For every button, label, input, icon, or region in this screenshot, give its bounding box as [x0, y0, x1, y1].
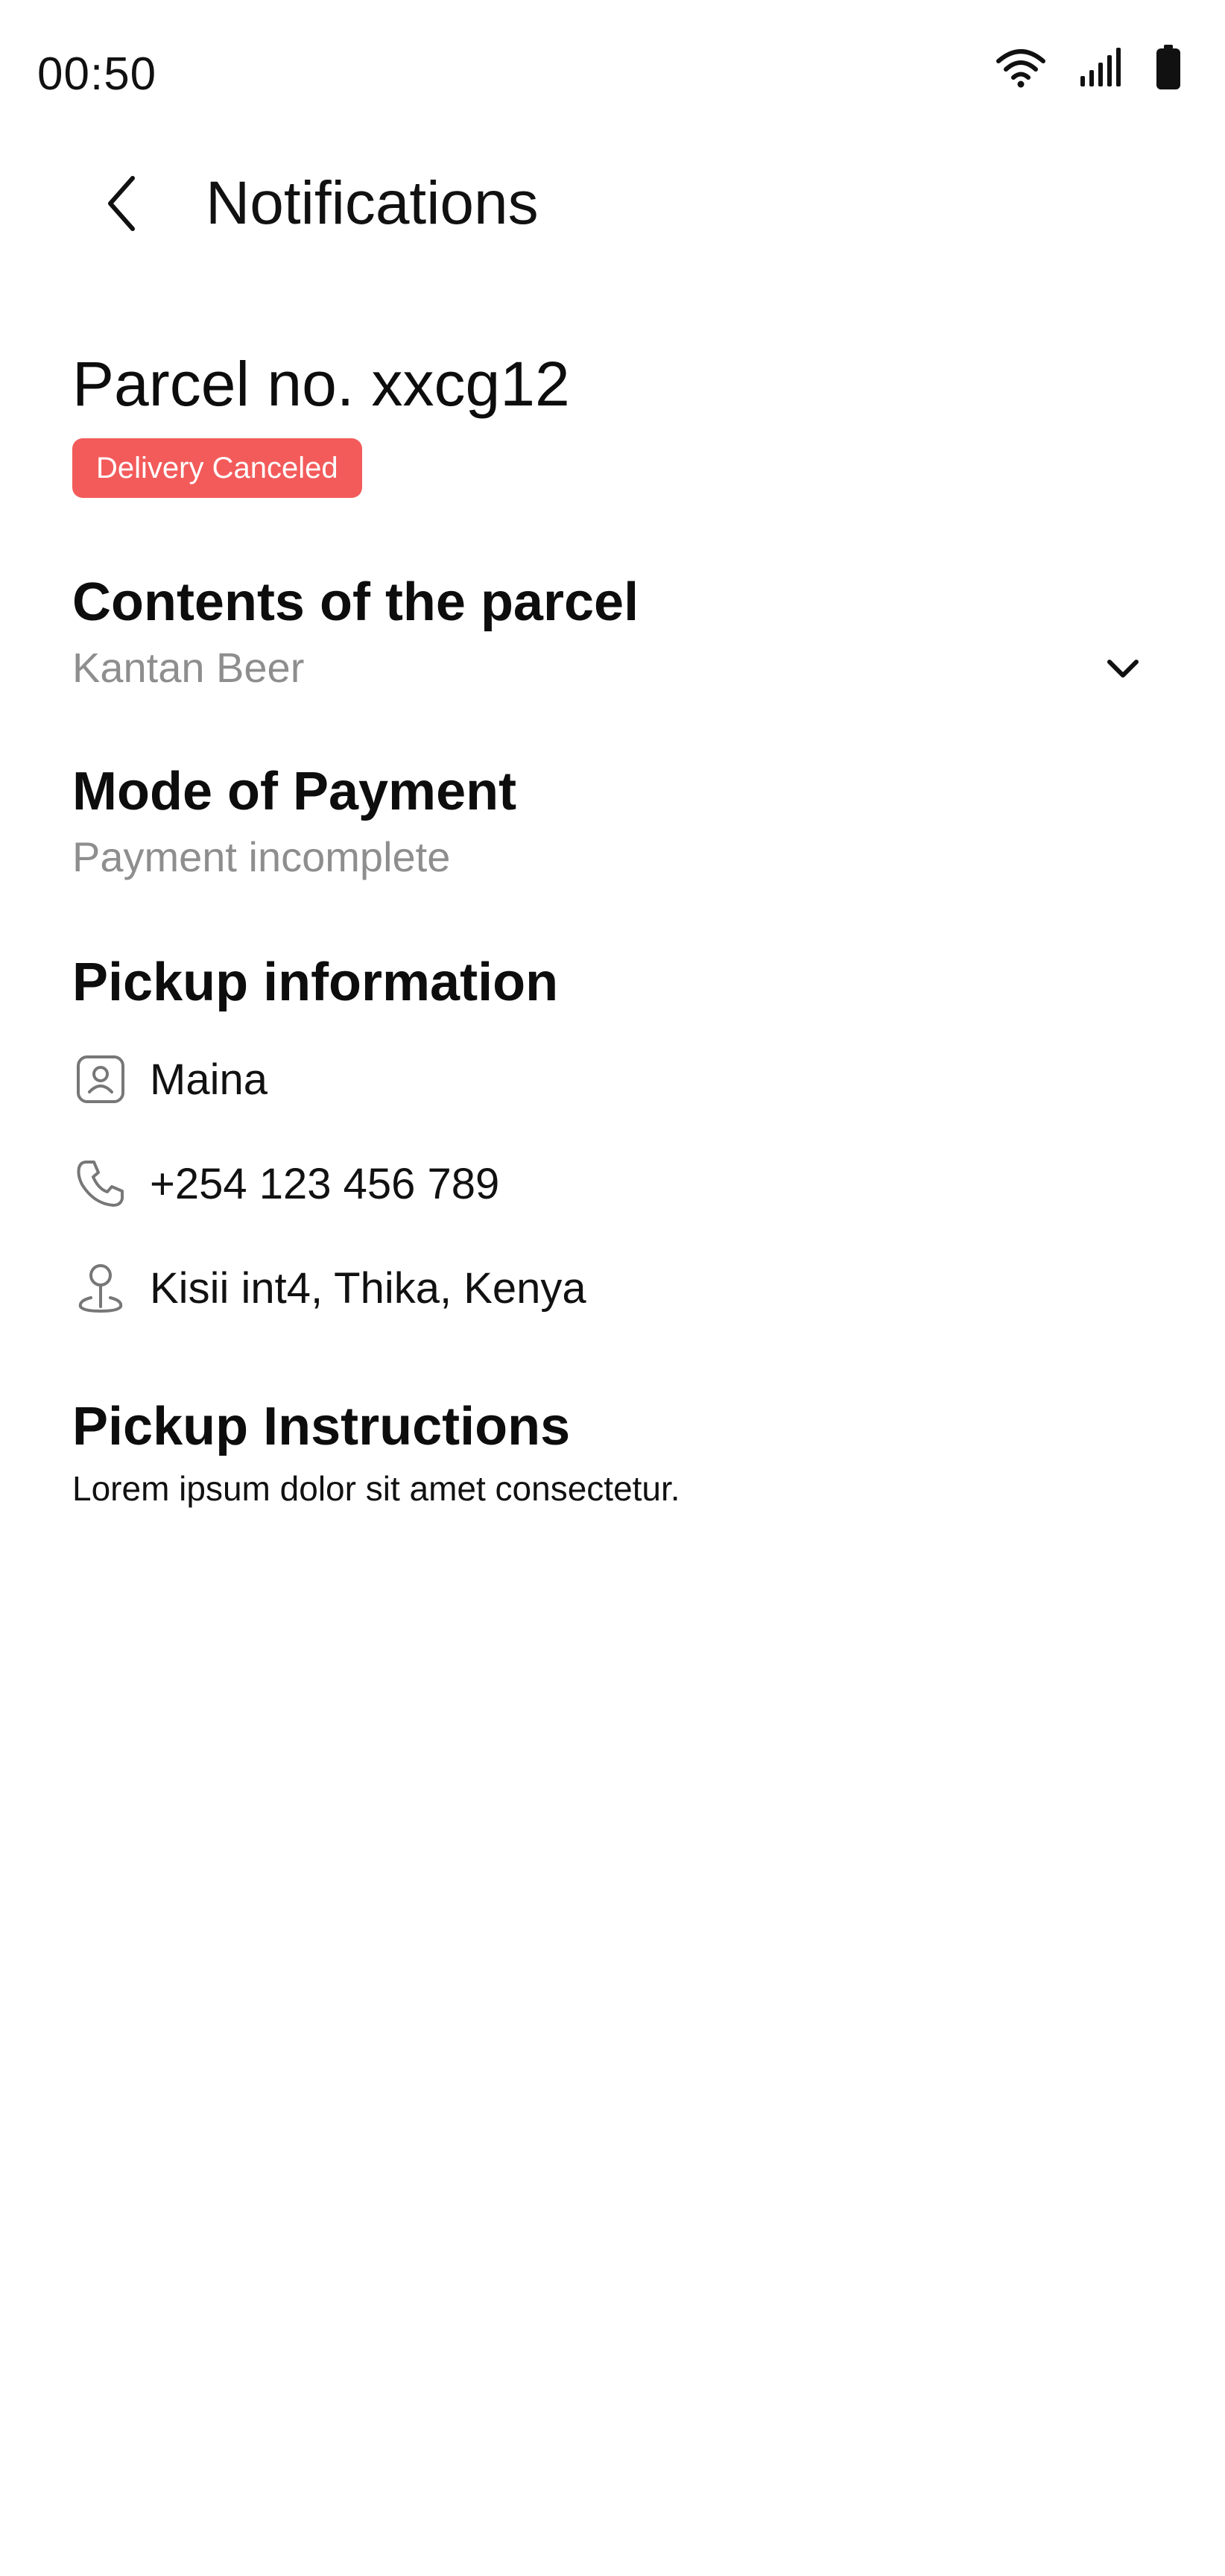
payment-section: Mode of Payment Payment incomplete: [72, 756, 1153, 887]
chevron-left-icon: [103, 174, 140, 237]
signal-icon: [1079, 48, 1124, 86]
contents-title: Contents of the parcel: [72, 572, 639, 632]
header: Notifications: [0, 149, 1225, 261]
user-icon: [72, 1051, 129, 1108]
page-title: Notifications: [206, 169, 539, 237]
status-icons: [995, 45, 1180, 89]
pickup-name-row: Maina: [72, 1045, 1153, 1114]
pickup-name: Maina: [150, 1055, 268, 1104]
parcel-title: Parcel no. xxcg12: [72, 349, 570, 419]
payment-title: Mode of Payment: [72, 762, 517, 821]
phone-icon: [72, 1155, 129, 1212]
payment-value: Payment incomplete: [72, 833, 451, 880]
instructions-title: Pickup Instructions: [72, 1397, 571, 1456]
instructions-section: Pickup Instructions Lorem ipsum dolor si…: [72, 1391, 1153, 1515]
back-button[interactable]: [88, 171, 155, 239]
contents-dropdown-toggle[interactable]: [1093, 641, 1153, 701]
contents-section: Contents of the parcel Kantan Beer: [72, 566, 1153, 698]
status-badge: Delivery Canceled: [72, 438, 362, 498]
pickup-section: Pickup information Maina +254 123 456 78…: [72, 947, 1153, 1322]
pickup-phone: +254 123 456 789: [150, 1159, 500, 1208]
status-time: 00:50: [37, 48, 157, 100]
location-pin-icon: [72, 1260, 129, 1316]
chevron-down-icon: [1107, 659, 1139, 684]
pickup-title: Pickup information: [72, 953, 559, 1012]
status-bar: 00:50: [0, 0, 1225, 134]
pickup-phone-row: +254 123 456 789: [72, 1149, 1153, 1218]
wifi-icon: [995, 46, 1046, 88]
contents-value: Kantan Beer: [72, 644, 305, 691]
pickup-location-row: Kisii int4, Thika, Kenya: [72, 1254, 1153, 1322]
instructions-text: Lorem ipsum dolor sit amet consectetur.: [72, 1469, 680, 1508]
battery-icon: [1156, 45, 1180, 89]
pickup-location: Kisii int4, Thika, Kenya: [150, 1263, 586, 1313]
parcel-details: Parcel no. xxcg12 Delivery Canceled Cont…: [72, 343, 1153, 1515]
